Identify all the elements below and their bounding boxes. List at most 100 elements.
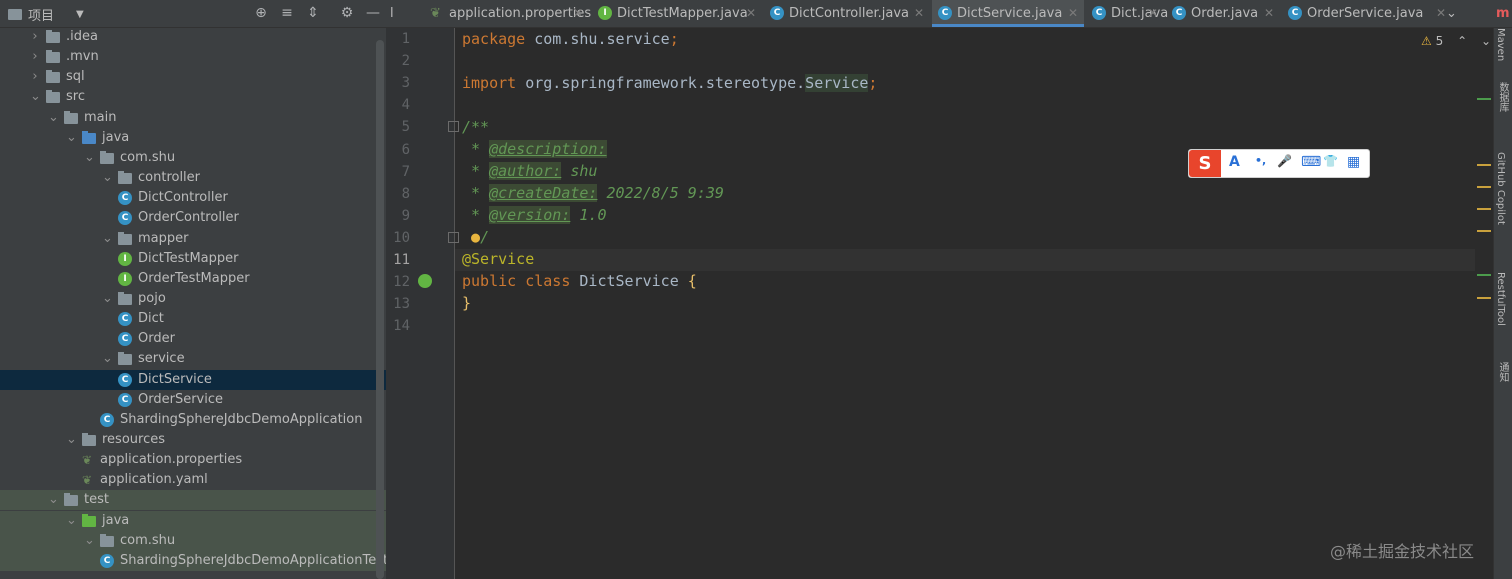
tab-dicttestmapper-java[interactable]: I DictTestMapper.java ✕: [592, 0, 762, 27]
tree-item-label: java: [102, 129, 130, 145]
tree-item[interactable]: ⌄ com.shu: [0, 148, 386, 168]
tree-item[interactable]: I OrderTestMapper: [0, 269, 386, 289]
close-icon[interactable]: ✕: [1068, 0, 1078, 27]
microphone-icon[interactable]: 🎤: [1277, 154, 1292, 168]
tab-list-chevron-icon[interactable]: ⌄: [1446, 0, 1462, 27]
tree-item[interactable]: C ShardingSphereJdbcDemoApplicationTests: [0, 550, 386, 571]
close-icon[interactable]: ✕: [1436, 0, 1446, 27]
tree-item[interactable]: ⌄ java: [0, 128, 386, 148]
close-icon[interactable]: ✕: [914, 0, 924, 27]
tab-dictservice-java[interactable]: C DictService.java ✕: [932, 0, 1084, 27]
sogou-logo-icon[interactable]: S: [1189, 150, 1221, 177]
marker[interactable]: [1477, 164, 1491, 166]
tree-item[interactable]: › .mvn: [0, 47, 386, 67]
spring-config-icon: ❦: [82, 473, 93, 488]
maven-icon[interactable]: m: [1496, 0, 1510, 27]
chevron-up-icon[interactable]: ⌃: [1457, 34, 1467, 48]
tree-item[interactable]: ⌄ test: [0, 490, 386, 511]
tree-item[interactable]: I DictTestMapper: [0, 249, 386, 269]
gear-icon[interactable]: ⚙: [338, 4, 356, 22]
tree-item[interactable]: ⌄ mapper: [0, 229, 386, 249]
chevron-down-icon[interactable]: ⌄: [30, 87, 41, 107]
tree-item[interactable]: C Dict: [0, 309, 386, 329]
close-icon[interactable]: ✕: [1264, 0, 1274, 27]
chevron-right-icon[interactable]: ›: [30, 27, 40, 47]
chevron-down-icon[interactable]: ⌄: [102, 229, 113, 249]
ime-toolbar[interactable]: S A •, 🎤 ⌨ 👕 ▦: [1188, 149, 1370, 178]
tool-window-notifications[interactable]: 通知: [1495, 362, 1510, 382]
class-icon: C: [1092, 6, 1106, 20]
tree-item[interactable]: C OrderService: [0, 390, 386, 410]
tree-item[interactable]: ⌄ resources: [0, 430, 386, 450]
tool-window-database[interactable]: 数据库: [1495, 82, 1510, 112]
tool-window-maven[interactable]: Maven: [1495, 28, 1506, 61]
tool-window-restfultool[interactable]: RestfulTool: [1495, 272, 1506, 326]
code-editor[interactable]: package com.shu.service; import org.spri…: [455, 28, 1475, 579]
tree-item[interactable]: C OrderController: [0, 208, 386, 228]
inspection-widget[interactable]: ⚠ 5 ⌃ ⌄: [1421, 34, 1491, 48]
chevron-down-icon[interactable]: ⌄: [84, 531, 95, 551]
chevron-down-icon[interactable]: ⌄: [1481, 34, 1491, 48]
marker[interactable]: [1477, 208, 1491, 210]
tree-item[interactable]: C DictService: [0, 369, 386, 390]
chevron-right-icon[interactable]: ›: [30, 47, 40, 67]
marker[interactable]: [1477, 186, 1491, 188]
chevron-down-icon[interactable]: ⌄: [84, 148, 95, 168]
chevron-down-icon[interactable]: ⌄: [48, 490, 59, 510]
tab-dict-java[interactable]: C Dict.java ✕: [1086, 0, 1168, 27]
close-icon[interactable]: ✕: [1148, 0, 1158, 27]
chevron-down-icon[interactable]: ⌄: [48, 108, 59, 128]
expand-all-icon[interactable]: ≡: [278, 4, 296, 22]
tree-item[interactable]: C ShardingSphereJdbcDemoApplication: [0, 410, 386, 430]
folder-icon: [46, 70, 60, 84]
tree-item[interactable]: ❦ application.properties: [0, 450, 386, 470]
tree-item[interactable]: ⌄ main: [0, 108, 386, 128]
tree-item-label: application.properties: [100, 452, 243, 468]
minimize-icon[interactable]: —: [364, 4, 382, 22]
lightbulb-icon[interactable]: ●: [471, 228, 480, 246]
close-icon[interactable]: ✕: [573, 0, 583, 27]
tree-item[interactable]: C Order: [0, 329, 386, 349]
interface-icon: I: [598, 6, 612, 20]
close-icon[interactable]: ✕: [746, 0, 756, 27]
tree-item[interactable]: C DictController: [0, 188, 386, 208]
tab-dictcontroller-java[interactable]: C DictController.java ✕: [764, 0, 930, 27]
package-icon: [118, 352, 132, 366]
tab-application-properties[interactable]: ❦ application.properties ✕: [424, 0, 591, 27]
tab-order-java[interactable]: C Order.java ✕: [1166, 0, 1280, 27]
marker[interactable]: [1477, 274, 1491, 276]
locate-icon[interactable]: ⊕: [252, 4, 270, 22]
tree-item[interactable]: ⌄ service: [0, 349, 386, 369]
collapse-all-icon[interactable]: ⇕: [304, 4, 322, 22]
tree-item[interactable]: ⌄ com.shu: [0, 530, 386, 551]
tree-item[interactable]: ⌄ src: [0, 87, 386, 107]
tool-window-copilot[interactable]: GitHub Copilot: [1495, 152, 1506, 225]
punctuation-icon[interactable]: •,: [1255, 154, 1266, 167]
project-view-selector[interactable]: 项目 ▼: [8, 5, 84, 24]
tree-item[interactable]: ❦ application.yaml: [0, 470, 386, 490]
tree-item[interactable]: ⌄ controller: [0, 168, 386, 188]
marker[interactable]: [1477, 98, 1491, 100]
chevron-down-icon[interactable]: ⌄: [66, 128, 77, 148]
toolbox-icon[interactable]: ▦: [1347, 154, 1360, 170]
ime-mode-icon[interactable]: A: [1229, 154, 1240, 170]
tab-label: DictTestMapper.java: [617, 6, 748, 21]
chevron-right-icon[interactable]: ›: [30, 67, 40, 87]
line-number: 9: [401, 207, 410, 224]
chevron-down-icon[interactable]: ⌄: [102, 349, 113, 369]
chevron-down-icon[interactable]: ⌄: [102, 168, 113, 188]
marker[interactable]: [1477, 230, 1491, 232]
chevron-down-icon[interactable]: ⌄: [66, 430, 77, 450]
tree-item[interactable]: › .idea: [0, 27, 386, 47]
tree-item[interactable]: ⌄ pojo: [0, 289, 386, 309]
skin-icon[interactable]: 👕: [1323, 154, 1338, 168]
tab-overflow-fragment[interactable]: l: [386, 0, 406, 27]
chevron-down-icon[interactable]: ⌄: [102, 289, 113, 309]
tree-item[interactable]: › sql: [0, 67, 386, 87]
marker[interactable]: [1477, 297, 1491, 299]
tab-orderservice-java[interactable]: C OrderService.java ✕: [1282, 0, 1452, 27]
tree-item[interactable]: ⌄ java: [0, 510, 386, 531]
keyboard-icon[interactable]: ⌨: [1301, 154, 1321, 170]
chevron-down-icon[interactable]: ⌄: [66, 511, 77, 531]
spring-bean-icon[interactable]: [418, 274, 432, 288]
